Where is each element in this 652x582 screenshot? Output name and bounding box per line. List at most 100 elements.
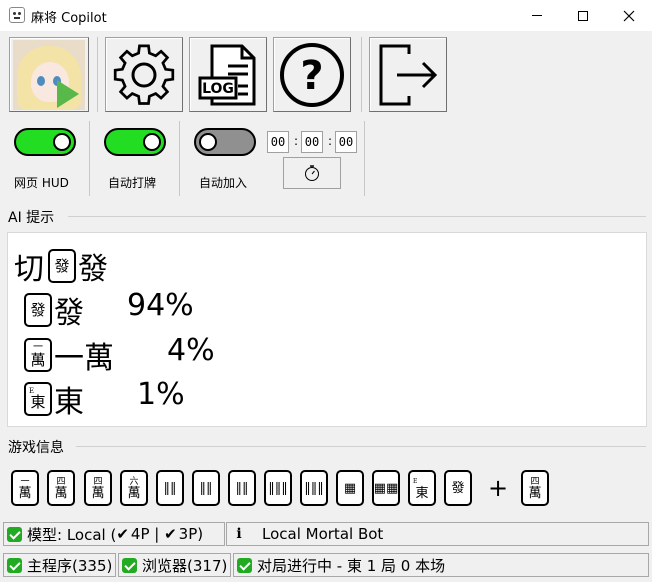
timer-hours-field[interactable]: 00 (267, 131, 289, 153)
time-colon: : (294, 134, 299, 148)
timer-minutes-field[interactable]: 00 (301, 131, 323, 153)
app-icon (9, 7, 25, 23)
check-icon (7, 557, 22, 573)
ai-option-tile: 一 萬 (24, 338, 52, 372)
hand-tile: ‖‖‖ (300, 470, 328, 506)
drawn-tile: 四萬 (521, 470, 549, 506)
timer-button[interactable] (283, 157, 341, 189)
check-icon (237, 557, 252, 573)
hand-tile: 四萬 (84, 470, 112, 506)
close-button[interactable] (606, 0, 652, 31)
exit-button[interactable] (369, 37, 447, 112)
tile-face: 萬 (54, 485, 68, 501)
ai-option-name: 發 (54, 296, 84, 331)
tile-face: ‖‖‖ (304, 480, 324, 496)
plus-sign: + (488, 474, 509, 502)
tick-icon: ✔ (116, 525, 129, 543)
ai-option-probability: 94% (127, 288, 194, 323)
browser-status: 浏览器(317) (118, 553, 231, 577)
ai-option-row: 一 萬 一萬 (24, 333, 114, 377)
hand-tile: ‖‖ (156, 470, 184, 506)
tile-face: 發 (451, 480, 465, 496)
question-icon: ? (280, 42, 344, 107)
bot-status: i Local Mortal Bot (226, 522, 649, 546)
tile-face: ‖‖‖ (268, 480, 288, 496)
close-icon (623, 10, 635, 21)
ai-action-verb: 切 (14, 252, 44, 287)
hand-tile: ‖‖‖ (264, 470, 292, 506)
window-title: 麻将 Copilot (31, 11, 107, 26)
tile-face: 發 (54, 256, 70, 275)
tile-face: ‖‖ (235, 480, 249, 496)
log-label: LOG (202, 81, 234, 97)
ai-heading-rule (68, 216, 646, 217)
game-heading-rule (76, 446, 646, 447)
tile-face: 萬 (127, 485, 141, 501)
maximize-button[interactable] (560, 0, 606, 31)
web-hud-toggle[interactable] (14, 128, 76, 156)
hand-tile: 一萬 (11, 470, 39, 506)
main-process-label: 主程序(335) (27, 556, 113, 575)
avatar-button[interactable] (9, 37, 89, 112)
ai-option-probability: 1% (137, 377, 185, 412)
info-icon: i (236, 526, 242, 542)
hand-tile: 發 (444, 470, 472, 506)
exit-icon (379, 44, 438, 105)
tile-face: 萬 (30, 350, 46, 369)
log-button[interactable]: LOG (189, 37, 267, 112)
hand-tile: ▦▦ (372, 470, 400, 506)
minimize-icon (532, 15, 542, 16)
ai-option-tile: 發 (24, 293, 52, 327)
tile-face: ‖‖ (163, 480, 177, 496)
toggle-knob (53, 133, 71, 151)
toggle-divider (89, 121, 90, 196)
bot-name: Local Mortal Bot (262, 525, 384, 543)
tile-face: ▦ (343, 480, 357, 496)
minimize-button[interactable] (514, 0, 560, 31)
ai-option-tile: E 東 (24, 382, 52, 416)
auto-play-label: 自动打牌 (108, 176, 157, 190)
hand-tile: ‖‖ (228, 470, 256, 506)
hand-tile: ▦ (336, 470, 364, 506)
tile-face: 東 (415, 485, 429, 501)
toolbar-divider (361, 37, 362, 112)
toggle-divider (179, 121, 180, 196)
model-status: 模型: Local ( ✔ 4P | ✔ 3P) (3, 522, 225, 546)
tile-face: 發 (30, 300, 46, 319)
tile-face: 萬 (18, 485, 32, 501)
ai-action-tile: 發 (48, 249, 76, 283)
ai-option-row: 發 發 (24, 288, 84, 332)
tile-face: 萬 (91, 485, 105, 501)
ai-action-row: 切 發 發 (14, 244, 108, 288)
tile-top: 四 (530, 476, 540, 487)
web-hud-label: 网页 HUD (14, 176, 69, 190)
help-glyph: ? (300, 53, 323, 99)
check-icon (122, 557, 137, 573)
tile-top: 一 (20, 476, 30, 487)
tile-top: 六 (129, 476, 139, 487)
browser-label: 浏览器(317) (142, 556, 228, 575)
settings-button[interactable] (105, 37, 183, 112)
toolbar-divider (97, 37, 98, 112)
hand-tile: 六萬 (120, 470, 148, 506)
model-prefix: 模型: Local ( (27, 525, 117, 544)
tile-face: ‖‖ (199, 480, 213, 496)
tile-face: ▦▦ (373, 480, 399, 496)
game-state-label: 对局进行中 - 東 1 局 0 本场 (257, 556, 446, 575)
auto-join-toggle[interactable] (194, 128, 256, 156)
timer-seconds-field[interactable]: 00 (335, 131, 357, 153)
help-button[interactable]: ? (273, 37, 351, 112)
ai-suggestion-panel: 切 發 發 發 發 94% 一 萬 一萬 4% E 東 東 1% (7, 232, 647, 427)
check-icon (7, 526, 22, 542)
log-document-icon: LOG (198, 44, 256, 105)
ai-heading: AI 提示 (8, 210, 55, 226)
title-bar: 麻将 Copilot (0, 0, 652, 31)
tick-icon: ✔ (164, 525, 177, 543)
auto-play-toggle[interactable] (104, 128, 166, 156)
hand-tile: E東 (408, 470, 436, 506)
ai-option-name: 東 (54, 385, 84, 420)
avatar-play-icon (13, 39, 85, 110)
tile-face: 萬 (528, 485, 542, 501)
maximize-icon (578, 10, 588, 21)
model-4p: 4P (130, 525, 150, 543)
